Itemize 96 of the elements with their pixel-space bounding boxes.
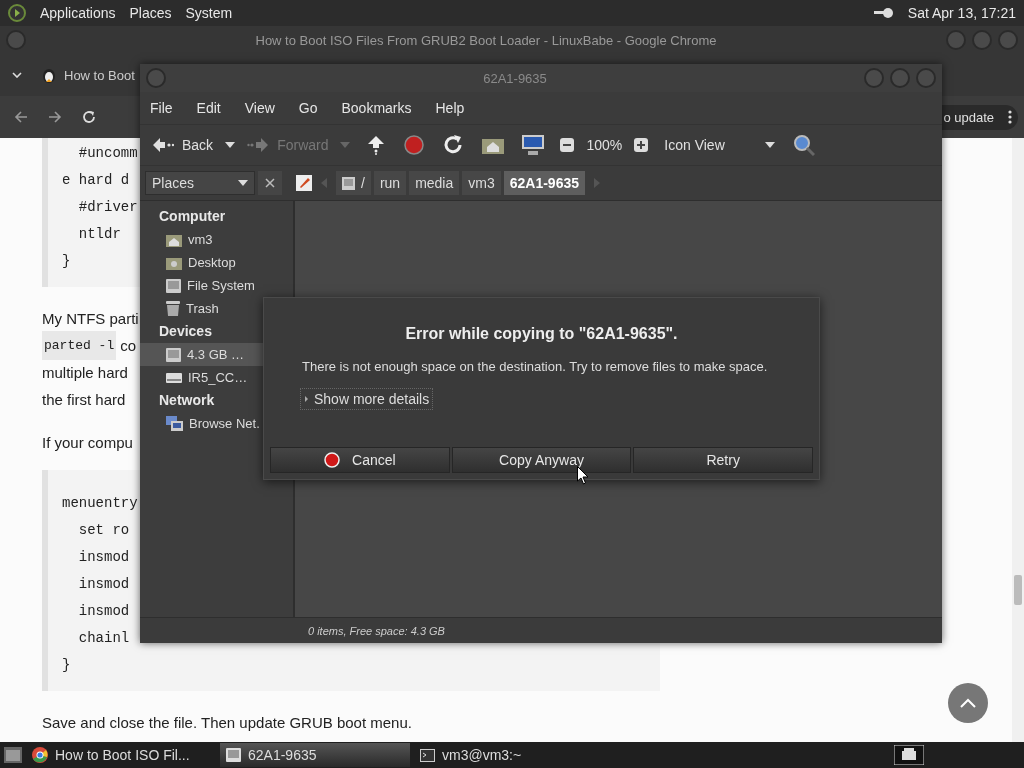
back-arrow-icon[interactable] <box>152 137 174 153</box>
caret-icon[interactable] <box>225 142 236 148</box>
caret-icon[interactable] <box>764 142 775 148</box>
sidebar-selector[interactable]: Places <box>145 171 255 195</box>
home-folder-icon <box>166 232 182 247</box>
scroll-to-top-button[interactable] <box>948 683 988 723</box>
menu-item[interactable]: View <box>244 100 275 116</box>
path-button[interactable]: run <box>373 171 407 195</box>
browser-tab[interactable]: How to Boot <box>42 67 135 83</box>
code-line: set ro <box>77 521 130 540</box>
folder-icon <box>166 255 182 270</box>
view-dropdown[interactable]: Icon View <box>662 135 777 155</box>
zoom-out-icon[interactable] <box>560 138 575 152</box>
dialog-button[interactable]: Cancel <box>270 447 450 473</box>
key-icon[interactable] <box>873 8 894 18</box>
menu-item[interactable]: File <box>150 100 173 116</box>
zoom-in-icon[interactable] <box>634 138 649 152</box>
paragraph-text: My NTFS parti <box>42 309 139 329</box>
dialog-title: Error while copying to "62A1-9635". <box>404 325 679 343</box>
stop-icon[interactable] <box>404 135 425 155</box>
panel-menu[interactable]: Places <box>129 5 172 21</box>
paragraph-text: If your compu <box>42 433 133 453</box>
window-title: How to Boot ISO Files From GRUB2 Boot Loader - LinuxBabe - Google Chrome <box>254 32 718 48</box>
paragraph-text: Save and close the file. Then update GRUB boot menu. <box>42 713 412 733</box>
code-line: insmod <box>77 575 130 594</box>
path-button[interactable]: 62A1-9635 <box>503 171 585 195</box>
mouse-pointer-icon <box>577 466 589 485</box>
caret-icon[interactable] <box>238 180 248 186</box>
drive-icon <box>226 748 241 762</box>
computer-icon[interactable] <box>522 135 545 155</box>
drive-icon[interactable] <box>342 176 355 190</box>
path-button[interactable]: vm3 <box>462 171 501 195</box>
code-line: e hard d <box>62 171 130 190</box>
sidebar-heading: Devices <box>158 322 213 341</box>
logo-icon[interactable] <box>8 4 26 22</box>
taskbar-button[interactable]: vm3@vm3:~ <box>414 743 604 767</box>
code-line: chainl <box>77 629 130 648</box>
menu-item[interactable]: Bookmarks <box>341 100 412 116</box>
trash-icon <box>166 301 180 316</box>
menu-item[interactable]: Go <box>298 100 318 116</box>
menu-item[interactable]: Edit <box>196 100 221 116</box>
dialog-message: There is not enough space on the destination. Try to remove files to make space. <box>302 359 769 374</box>
status-text: 0 items, Free space: 4.3 GB <box>140 617 942 643</box>
network-icon <box>166 416 183 431</box>
browser-icon <box>32 747 48 763</box>
forward-icon[interactable] <box>48 110 62 124</box>
code-line: #driver <box>77 198 138 217</box>
clock[interactable]: Sat Apr 13, 17:21 <box>907 5 1016 21</box>
paragraph-text: co <box>120 336 137 356</box>
menu-item[interactable]: Help <box>435 100 465 116</box>
taskbar-button[interactable]: 62A1-9635 <box>220 743 410 767</box>
paragraph-text: multiple hard <box>42 363 128 383</box>
drive-icon <box>166 278 181 293</box>
code-line: insmod <box>77 602 130 621</box>
code-line: insmod <box>77 548 130 567</box>
panel-menu[interactable]: System <box>185 5 233 21</box>
scrollbar[interactable] <box>1012 138 1024 742</box>
path-button[interactable]: media <box>409 171 460 195</box>
expander-arrow-icon[interactable] <box>304 396 309 402</box>
drive-icon <box>166 347 181 362</box>
panel-menu[interactable]: Applications <box>40 5 116 21</box>
terminal-icon <box>420 748 435 762</box>
sidebar-item[interactable]: vm3 <box>140 228 293 251</box>
sidebar-heading: Computer <box>158 207 227 226</box>
code-line: } <box>62 252 71 271</box>
penguin-icon <box>42 67 56 83</box>
kebab-menu-icon[interactable] <box>1008 110 1012 124</box>
paragraph-text: the first hard <box>42 390 126 410</box>
window-title: 62A1-9635 <box>482 70 548 86</box>
disc-drive-icon <box>166 372 182 383</box>
inline-code: parted -l <box>42 331 117 360</box>
sidebar-heading: Network <box>158 391 216 410</box>
close-icon[interactable] <box>258 171 282 195</box>
sidebar-item[interactable]: Desktop <box>140 251 293 274</box>
code-line: } <box>62 656 71 675</box>
taskbar-button[interactable]: How to Boot ISO Fil... <box>26 743 216 767</box>
up-arrow-icon[interactable] <box>366 135 387 155</box>
dialog-button[interactable]: Copy Anyway <box>451 447 632 473</box>
chevron-up-icon[interactable] <box>960 698 976 708</box>
home-folder-icon[interactable] <box>482 136 505 154</box>
pencil-icon[interactable] <box>296 175 312 191</box>
stop-icon <box>324 452 341 468</box>
code-line: ntldr <box>77 225 121 244</box>
chevron-down-icon[interactable] <box>12 72 22 78</box>
code-line: menuentry <box>62 494 138 513</box>
dialog-button[interactable]: Retry <box>633 447 813 473</box>
back-button[interactable]: Back <box>150 135 216 155</box>
search-icon[interactable] <box>792 134 815 156</box>
path-button[interactable]: / <box>336 171 371 195</box>
zoom-level: 100% <box>585 136 624 155</box>
printer-icon[interactable] <box>894 745 924 765</box>
back-icon[interactable] <box>14 110 28 124</box>
sidebar-item[interactable]: File System <box>140 274 293 297</box>
details-expander[interactable]: Show more details <box>300 388 434 410</box>
reload-icon[interactable] <box>82 110 96 124</box>
code-line: #uncomm <box>77 144 138 163</box>
